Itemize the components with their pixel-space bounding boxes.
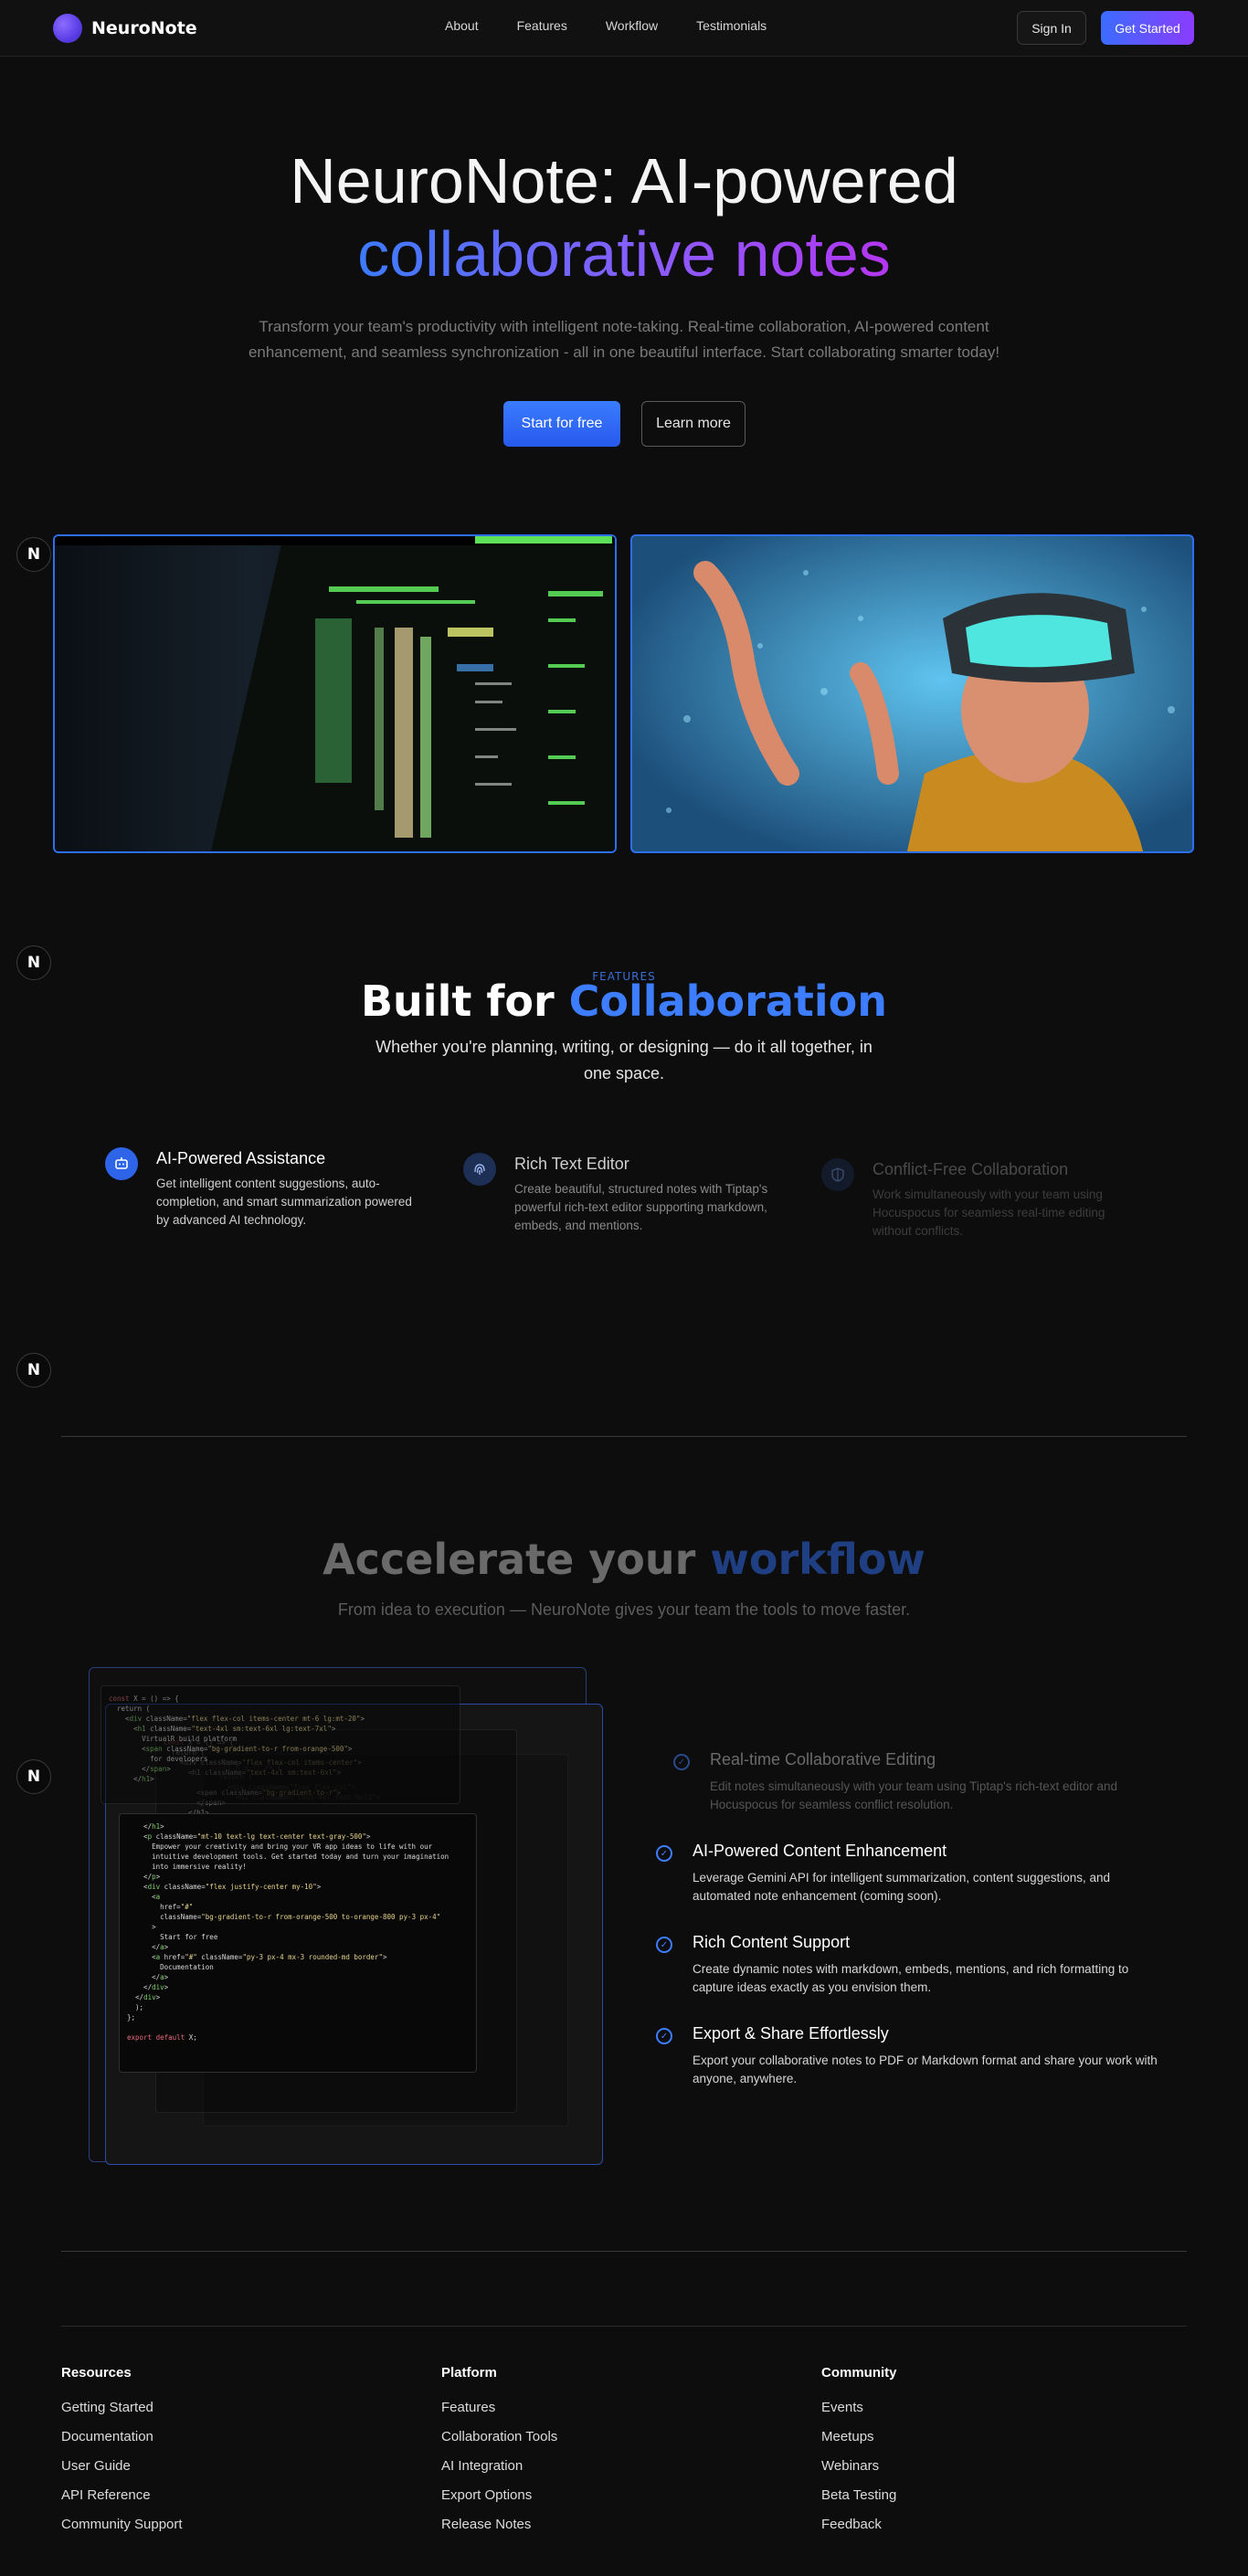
footer-divider: [61, 2326, 1187, 2327]
footer-link[interactable]: Getting Started: [61, 2399, 183, 2428]
workflow-heading: Accelerate your workflow: [0, 1535, 1248, 1584]
nav-links: About Features Workflow Testimonials: [445, 18, 805, 33]
check-circle-icon: ✓: [656, 1845, 672, 1862]
brand-logo[interactable]: NeuroNote: [53, 13, 197, 44]
footer-link[interactable]: API Reference: [61, 2486, 183, 2516]
features-heading-accent: Collaboration: [568, 977, 887, 1021]
hero-title-line1: NeuroNote: AI-powered: [290, 145, 958, 216]
fingerprint-icon: [463, 1153, 496, 1186]
workflow-item-desc: Edit notes simultaneously with your team…: [710, 1779, 1118, 1811]
brand-name: NeuroNote: [91, 18, 197, 38]
logo-icon: [53, 14, 82, 43]
vr-headset-image: [630, 534, 1194, 853]
top-nav: NeuroNote About Features Workflow Testim…: [0, 0, 1248, 57]
footer-heading: Platform: [441, 2365, 497, 2381]
workflow-subtitle: From idea to execution — NeuroNote gives…: [337, 1600, 911, 1619]
check-circle-icon: ✓: [656, 1937, 672, 1953]
footer-link[interactable]: Webinars: [821, 2457, 897, 2486]
features-subtitle: Whether you're planning, writing, or des…: [375, 1038, 873, 1082]
workflow-heading-accent: workflow: [710, 1535, 925, 1584]
workflow-item-title: AI-Powered Content Enhancement: [693, 1842, 947, 1860]
nav-link-testimonials[interactable]: Testimonials: [696, 18, 767, 33]
footer-heading: Community: [821, 2365, 897, 2381]
workflow-item-desc: Export your collaborative notes to PDF o…: [693, 2053, 1158, 2085]
footer-column-resources: Resources Getting Started Documentation …: [61, 2365, 183, 2545]
section-divider: [61, 2251, 1187, 2252]
footer-link[interactable]: Features: [441, 2399, 557, 2428]
check-circle-icon: ✓: [673, 1754, 690, 1770]
workflow-item-title: Export & Share Effortlessly: [693, 2024, 889, 2043]
shield-icon: [821, 1158, 854, 1191]
footer-link[interactable]: AI Integration: [441, 2457, 557, 2486]
robot-icon: [105, 1147, 138, 1180]
code-card-front: </h1> <p className="mt-10 text-lg text-c…: [119, 1813, 477, 2073]
footer-column-community: Community Events Meetups Webinars Beta T…: [821, 2365, 897, 2545]
code-card-top: const X = () => { return ( <div classNam…: [100, 1685, 460, 1804]
feature-title: Rich Text Editor: [514, 1155, 629, 1173]
side-badge-1[interactable]: N: [16, 537, 51, 572]
footer-column-platform: Platform Features Collaboration Tools AI…: [441, 2365, 557, 2545]
workflow-item-desc: Leverage Gemini API for intelligent summ…: [693, 1871, 1111, 1903]
nav-link-about[interactable]: About: [445, 18, 479, 33]
workflow-item-title: Real-time Collaborative Editing: [710, 1750, 936, 1768]
footer-link[interactable]: Community Support: [61, 2516, 183, 2545]
footer-link[interactable]: Collaboration Tools: [441, 2428, 557, 2457]
feature-title: Conflict-Free Collaboration: [873, 1160, 1069, 1178]
feature-desc: Work simultaneously with your team using…: [873, 1188, 1105, 1238]
learn-more-button[interactable]: Learn more: [641, 401, 746, 447]
side-badge-4[interactable]: N: [16, 1759, 51, 1794]
footer-link[interactable]: Documentation: [61, 2428, 183, 2457]
feature-desc: Get intelligent content suggestions, aut…: [156, 1177, 412, 1227]
nav-link-features[interactable]: Features: [517, 18, 567, 33]
get-started-button[interactable]: Get Started: [1101, 11, 1194, 45]
start-for-free-button[interactable]: Start for free: [503, 401, 620, 447]
features-heading: Built for Collaboration: [0, 974, 1248, 1021]
workflow-heading-plain: Accelerate your: [323, 1535, 711, 1584]
hero-subtitle: Transform your team's productivity with …: [248, 318, 1000, 361]
workflow-item-title: Rich Content Support: [693, 1933, 851, 1951]
features-heading-plain: Built for: [361, 977, 569, 1021]
footer-link[interactable]: Feedback: [821, 2516, 897, 2545]
sign-in-button[interactable]: Sign In: [1017, 11, 1086, 45]
workflow-item-desc: Create dynamic notes with markdown, embe…: [693, 1962, 1129, 1994]
footer-link[interactable]: Release Notes: [441, 2516, 557, 2545]
footer-heading: Resources: [61, 2365, 132, 2381]
side-badge-3[interactable]: N: [16, 1353, 51, 1388]
feature-title: AI-Powered Assistance: [156, 1149, 326, 1167]
hero-title-line2: collaborative notes: [357, 218, 891, 290]
footer-link[interactable]: Meetups: [821, 2428, 897, 2457]
footer-link[interactable]: Beta Testing: [821, 2486, 897, 2516]
footer-link[interactable]: Events: [821, 2399, 897, 2428]
section-divider: [61, 1436, 1187, 1437]
hero-title: NeuroNote: AI-powered collaborative note…: [0, 144, 1248, 290]
check-circle-icon: ✓: [656, 2028, 672, 2044]
feature-desc: Create beautiful, structured notes with …: [514, 1182, 768, 1232]
code-screen-image: [53, 534, 617, 853]
footer-link[interactable]: Export Options: [441, 2486, 557, 2516]
footer-link[interactable]: User Guide: [61, 2457, 183, 2486]
nav-link-workflow[interactable]: Workflow: [606, 18, 658, 33]
